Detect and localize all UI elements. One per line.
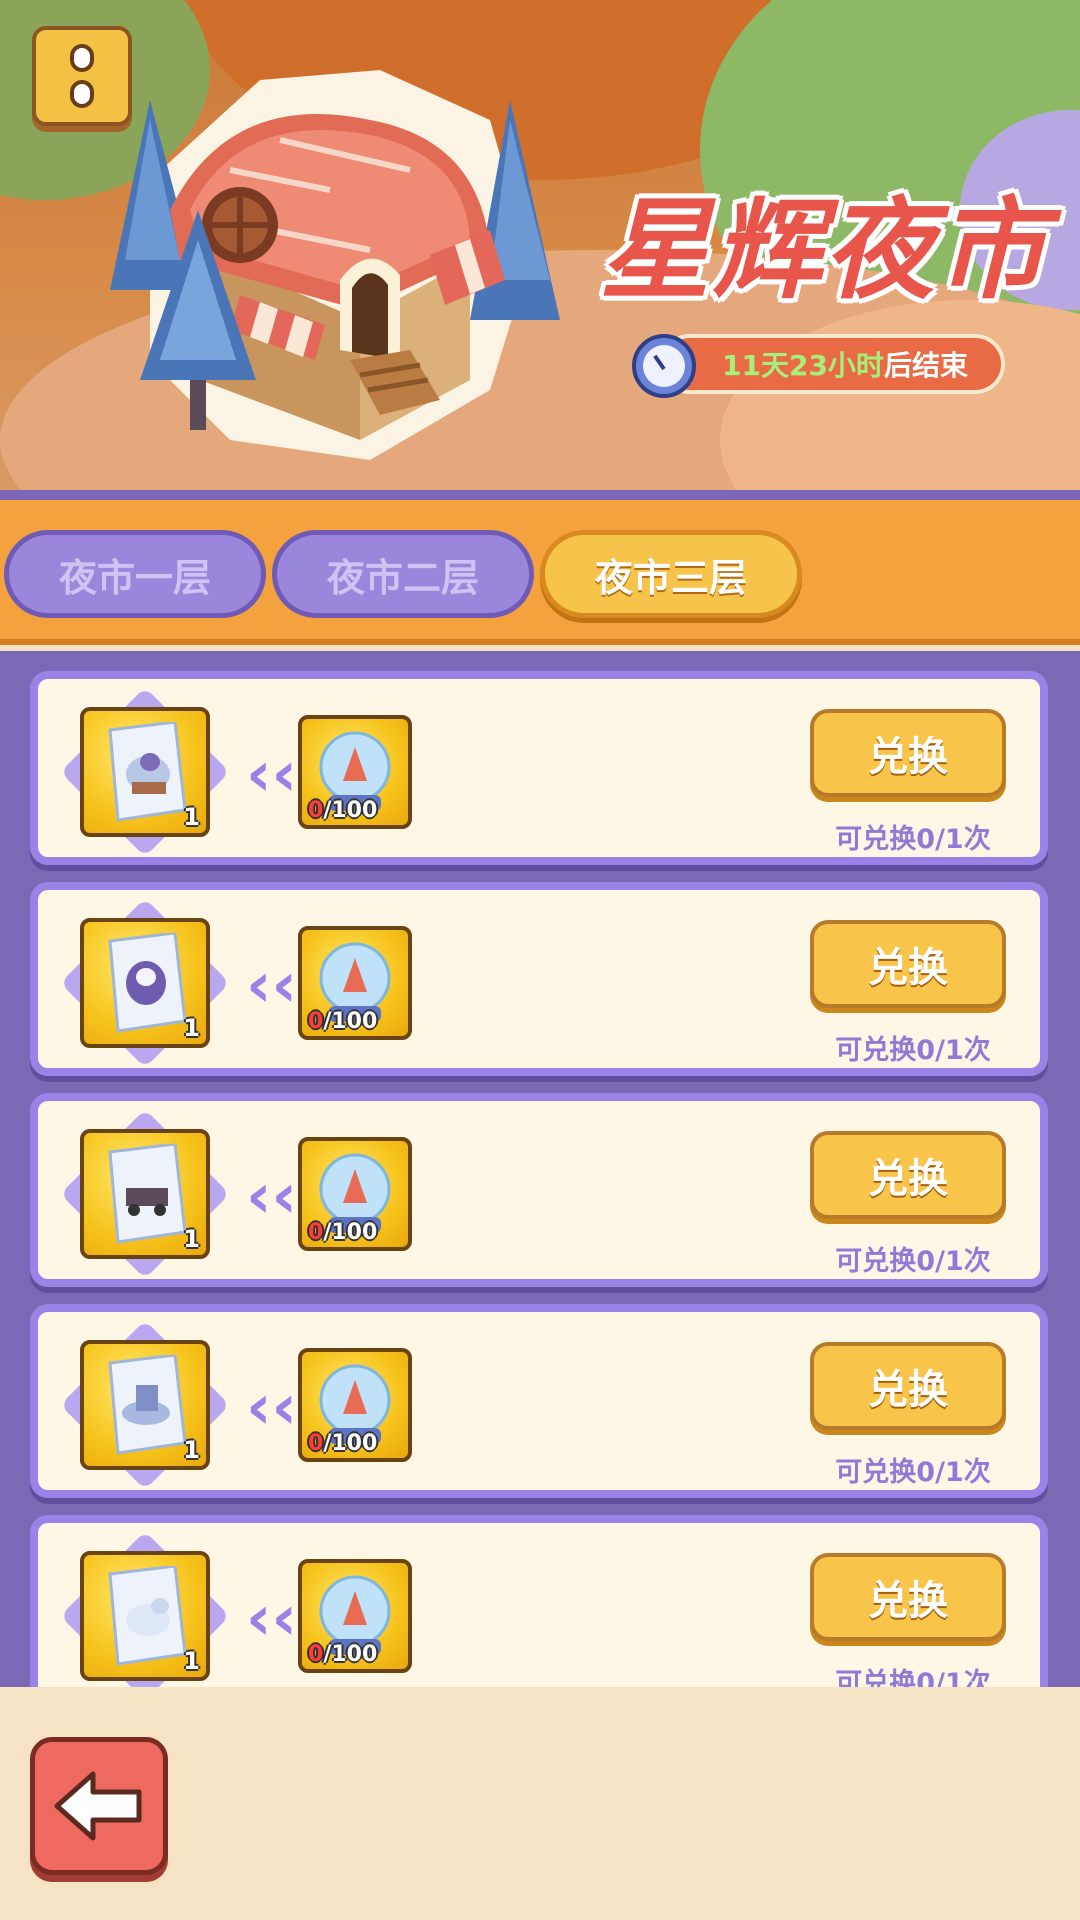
cost-progress: 0/100 bbox=[308, 1642, 378, 1667]
chevron-left-double-icon: ‹‹ bbox=[246, 948, 298, 1021]
pause-button[interactable] bbox=[32, 26, 132, 126]
reward-quantity: 1 bbox=[183, 1014, 200, 1042]
redeem-button[interactable]: 兑换 bbox=[810, 1342, 1006, 1430]
redeem-limit-text: 可兑换0/1次 bbox=[835, 824, 991, 855]
redeem-limit-text: 可兑换0/1次 bbox=[835, 1246, 991, 1277]
reward-item[interactable]: 1 bbox=[60, 1109, 230, 1279]
exchange-row: 1 ‹‹ 0/100 兑换 可兑换0/1次 bbox=[30, 1304, 1048, 1498]
reward-quantity: 1 bbox=[183, 803, 200, 831]
event-banner: 星辉夜市 11天23小时 后结束 bbox=[0, 0, 1080, 490]
reward-quantity: 1 bbox=[183, 1436, 200, 1464]
redeem-button[interactable]: 兑换 bbox=[810, 1553, 1006, 1641]
exchange-row: 1 ‹‹ 0/100 兑换 可兑换0/1次 bbox=[30, 1515, 1048, 1687]
event-timer: 11天23小时 后结束 bbox=[660, 334, 1005, 394]
cost-item[interactable]: 0/100 bbox=[298, 926, 412, 1040]
redeem-limit-text: 可兑换0/1次 bbox=[835, 1668, 991, 1687]
cost-item[interactable]: 0/100 bbox=[298, 1137, 412, 1251]
back-arrow-icon bbox=[54, 1771, 142, 1841]
exchange-row: 1 ‹‹ 0/100 兑换 可兑换0/1次 bbox=[30, 882, 1048, 1076]
tab-floor-2[interactable]: 夜市二层 bbox=[272, 530, 534, 618]
footer bbox=[0, 1687, 1080, 1920]
cost-item[interactable]: 0/100 bbox=[298, 1559, 412, 1673]
tab-floor-3[interactable]: 夜市三层 bbox=[540, 530, 802, 618]
pause-icon bbox=[70, 44, 94, 72]
back-button[interactable] bbox=[30, 1737, 168, 1875]
chevron-left-double-icon: ‹‹ bbox=[246, 737, 298, 810]
redeem-limit-text: 可兑换0/1次 bbox=[835, 1457, 991, 1488]
reward-quantity: 1 bbox=[183, 1225, 200, 1253]
reward-item[interactable]: 1 bbox=[60, 898, 230, 1068]
chevron-left-double-icon: ‹‹ bbox=[246, 1581, 298, 1654]
pause-icon bbox=[70, 80, 94, 108]
tab-floor-1[interactable]: 夜市一层 bbox=[4, 530, 266, 618]
reward-item[interactable]: 1 bbox=[60, 687, 230, 857]
chevron-left-double-icon: ‹‹ bbox=[246, 1370, 298, 1443]
redeem-limit-text: 可兑换0/1次 bbox=[835, 1035, 991, 1066]
scroll-card-icon bbox=[108, 1566, 187, 1666]
night-market-house-illustration bbox=[110, 70, 560, 460]
event-title: 星辉夜市 bbox=[600, 186, 1048, 314]
exchange-list[interactable]: 1 ‹‹ 0/100 兑换 可兑换0/1次 1 ‹‹ 0/100 兑换 可兑换0… bbox=[0, 651, 1080, 1687]
cost-progress: 0/100 bbox=[308, 1220, 378, 1245]
clock-icon bbox=[632, 334, 696, 398]
timer-remaining: 11天23小时 bbox=[722, 349, 884, 382]
scroll-card-icon bbox=[108, 1144, 187, 1244]
reward-item[interactable]: 1 bbox=[60, 1320, 230, 1490]
cost-progress: 0/100 bbox=[308, 1431, 378, 1456]
reward-quantity: 1 bbox=[183, 1647, 200, 1675]
cost-progress: 0/100 bbox=[308, 798, 378, 823]
exchange-row: 1 ‹‹ 0/100 兑换 可兑换0/1次 bbox=[30, 1093, 1048, 1287]
redeem-button[interactable]: 兑换 bbox=[810, 1131, 1006, 1219]
scroll-card-icon bbox=[108, 722, 187, 822]
cost-item[interactable]: 0/100 bbox=[298, 715, 412, 829]
scroll-card-icon bbox=[108, 1355, 187, 1455]
floor-tab-bar: 夜市一层 夜市二层 夜市三层 bbox=[0, 490, 1080, 645]
reward-item[interactable]: 1 bbox=[60, 1531, 230, 1687]
timer-suffix: 后结束 bbox=[883, 349, 968, 382]
redeem-button[interactable]: 兑换 bbox=[810, 709, 1006, 797]
scroll-card-icon bbox=[108, 933, 187, 1033]
cost-progress: 0/100 bbox=[308, 1009, 378, 1034]
redeem-button[interactable]: 兑换 bbox=[810, 920, 1006, 1008]
exchange-row: 1 ‹‹ 0/100 兑换 可兑换0/1次 bbox=[30, 671, 1048, 865]
chevron-left-double-icon: ‹‹ bbox=[246, 1159, 298, 1232]
cost-item[interactable]: 0/100 bbox=[298, 1348, 412, 1462]
